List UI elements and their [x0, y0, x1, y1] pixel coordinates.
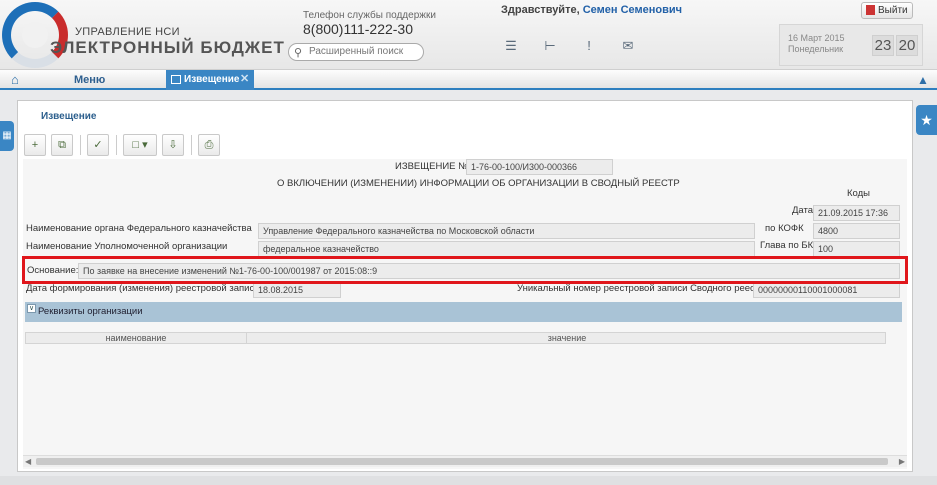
support-label: Телефон службы поддержки — [303, 10, 436, 21]
document-icon — [171, 75, 181, 84]
date-line-1: 16 Март 2015 — [788, 33, 845, 43]
date-label: Дата — [792, 205, 814, 216]
registry-number-field: 00000000110001000081 — [753, 282, 900, 298]
formation-date-field: 18.08.2015 — [253, 282, 341, 298]
footer-bar — [0, 476, 937, 485]
side-panel-left-toggle[interactable]: ▦ — [0, 121, 14, 151]
glava-label: Глава по БК — [760, 240, 814, 251]
date-time-widget: 16 Март 2015 Понедельник 23 20 — [779, 24, 923, 66]
user-name[interactable]: Семен Семенович — [583, 4, 682, 16]
approve-icon[interactable]: ✓ — [87, 134, 109, 156]
hierarchy-icon[interactable]: ⊢ — [541, 38, 559, 54]
close-icon[interactable]: ✕ — [240, 70, 249, 89]
time-hours: 23 — [872, 35, 894, 56]
org-requisites-section[interactable]: ∨ Реквизиты организации — [25, 302, 902, 322]
tab-notice[interactable]: Извещение ✕ — [166, 70, 254, 90]
kofk-field: 4800 — [813, 223, 900, 239]
date-text: 16 Март 2015 Понедельник — [788, 33, 845, 55]
add-icon[interactable]: + — [24, 134, 46, 156]
greeting-text: Здравствуйте, — [501, 4, 580, 16]
notice-number-label: ИЗВЕЩЕНИЕ № — [395, 161, 469, 172]
toolbar: + ⧉ ✓ □ ▾ ⇩ ⎙ — [24, 133, 225, 157]
fk-org-field: Управление Федерального казначейства по … — [258, 223, 755, 239]
column-header-name[interactable]: наименование — [26, 333, 247, 343]
menu-button[interactable]: Меню — [74, 74, 105, 86]
toolbar-divider — [191, 135, 192, 155]
requisites-grid-header: наименование значение — [25, 332, 886, 344]
logo-subtitle: УПРАВЛЕНИЕ НСИ — [75, 26, 180, 38]
date-line-2: Понедельник — [788, 44, 844, 54]
toolbar-divider — [80, 135, 81, 155]
navigation-bar: ⌂ Меню Извещение ✕ ▲ — [0, 70, 937, 90]
notice-panel: Извещение + ⧉ ✓ □ ▾ ⇩ ⎙ ИЗВЕЩЕНИЕ № 1-76… — [17, 100, 913, 472]
column-header-value[interactable]: значение — [247, 333, 887, 343]
logout-button[interactable]: Выйти — [861, 2, 913, 19]
horizontal-scrollbar[interactable]: ◀ ▶ — [23, 455, 907, 467]
search-icon: ⚲ — [294, 47, 303, 59]
alert-icon[interactable]: ! — [580, 38, 598, 54]
app-header: УПРАВЛЕНИЕ НСИ ЭЛЕКТРОННЫЙ БЮДЖЕТ Телефо… — [0, 0, 937, 70]
search-placeholder: Расширенный поиск — [309, 46, 404, 57]
tab-notice-label: Извещение — [184, 74, 240, 85]
chevron-down-icon[interactable]: ∨ — [27, 304, 36, 313]
mail-icon[interactable]: ✉ — [619, 38, 637, 54]
home-icon[interactable]: ⌂ — [11, 72, 19, 87]
codes-label: Коды — [847, 188, 870, 199]
registry-number-label: Уникальный номер реестровой записи Сводн… — [517, 283, 770, 294]
kofk-label: по КОФК — [765, 223, 804, 234]
auth-org-field: федеральное казначейство — [258, 241, 755, 257]
notice-subtitle: О ВКЛЮЧЕНИИ (ИЗМЕНЕНИИ) ИНФОРМАЦИИ ОБ ОР… — [277, 178, 680, 189]
list-icon[interactable]: ☰ — [502, 38, 520, 54]
import-icon[interactable]: ⇩ — [162, 134, 184, 156]
section-label: Реквизиты организации — [38, 306, 143, 317]
print-icon[interactable]: ⎙ — [198, 134, 220, 156]
logout-label: Выйти — [878, 5, 908, 16]
logo-center — [22, 22, 48, 48]
basis-highlight-box — [22, 256, 908, 284]
notice-number-field: 1-76-00-100/И300-000366 — [466, 159, 613, 175]
support-phone: 8(800)111-222-30 — [303, 21, 414, 37]
copy-icon[interactable]: ⧉ — [51, 134, 73, 156]
time-minutes: 20 — [896, 35, 918, 56]
favorites-star-icon[interactable]: ★ — [916, 105, 937, 135]
panel-title: Извещение — [41, 111, 97, 122]
scroll-right-icon[interactable]: ▶ — [899, 457, 905, 466]
user-greeting: Здравствуйте, Семен Семенович — [501, 4, 682, 16]
logout-icon — [866, 5, 875, 15]
toolbar-divider — [116, 135, 117, 155]
collapse-icon[interactable]: ▲ — [917, 73, 929, 87]
advanced-search-input[interactable]: ⚲ Расширенный поиск — [288, 43, 424, 61]
formation-date-label: Дата формирования (изменения) реестровой… — [26, 283, 260, 294]
glava-field: 100 — [813, 241, 900, 257]
scroll-left-icon[interactable]: ◀ — [25, 457, 31, 466]
fk-org-label: Наименование органа Федерального казначе… — [26, 223, 252, 234]
export-dropdown-icon[interactable]: □ ▾ — [123, 134, 157, 156]
logo-title: ЭЛЕКТРОННЫЙ БЮДЖЕТ — [50, 38, 285, 57]
scrollbar-thumb[interactable] — [36, 458, 888, 465]
header-icon-group: ☰ ⊢ ! ✉ — [502, 38, 637, 54]
date-field: 21.09.2015 17:36 — [813, 205, 900, 221]
auth-org-label: Наименование Уполномоченной организации — [26, 241, 228, 252]
